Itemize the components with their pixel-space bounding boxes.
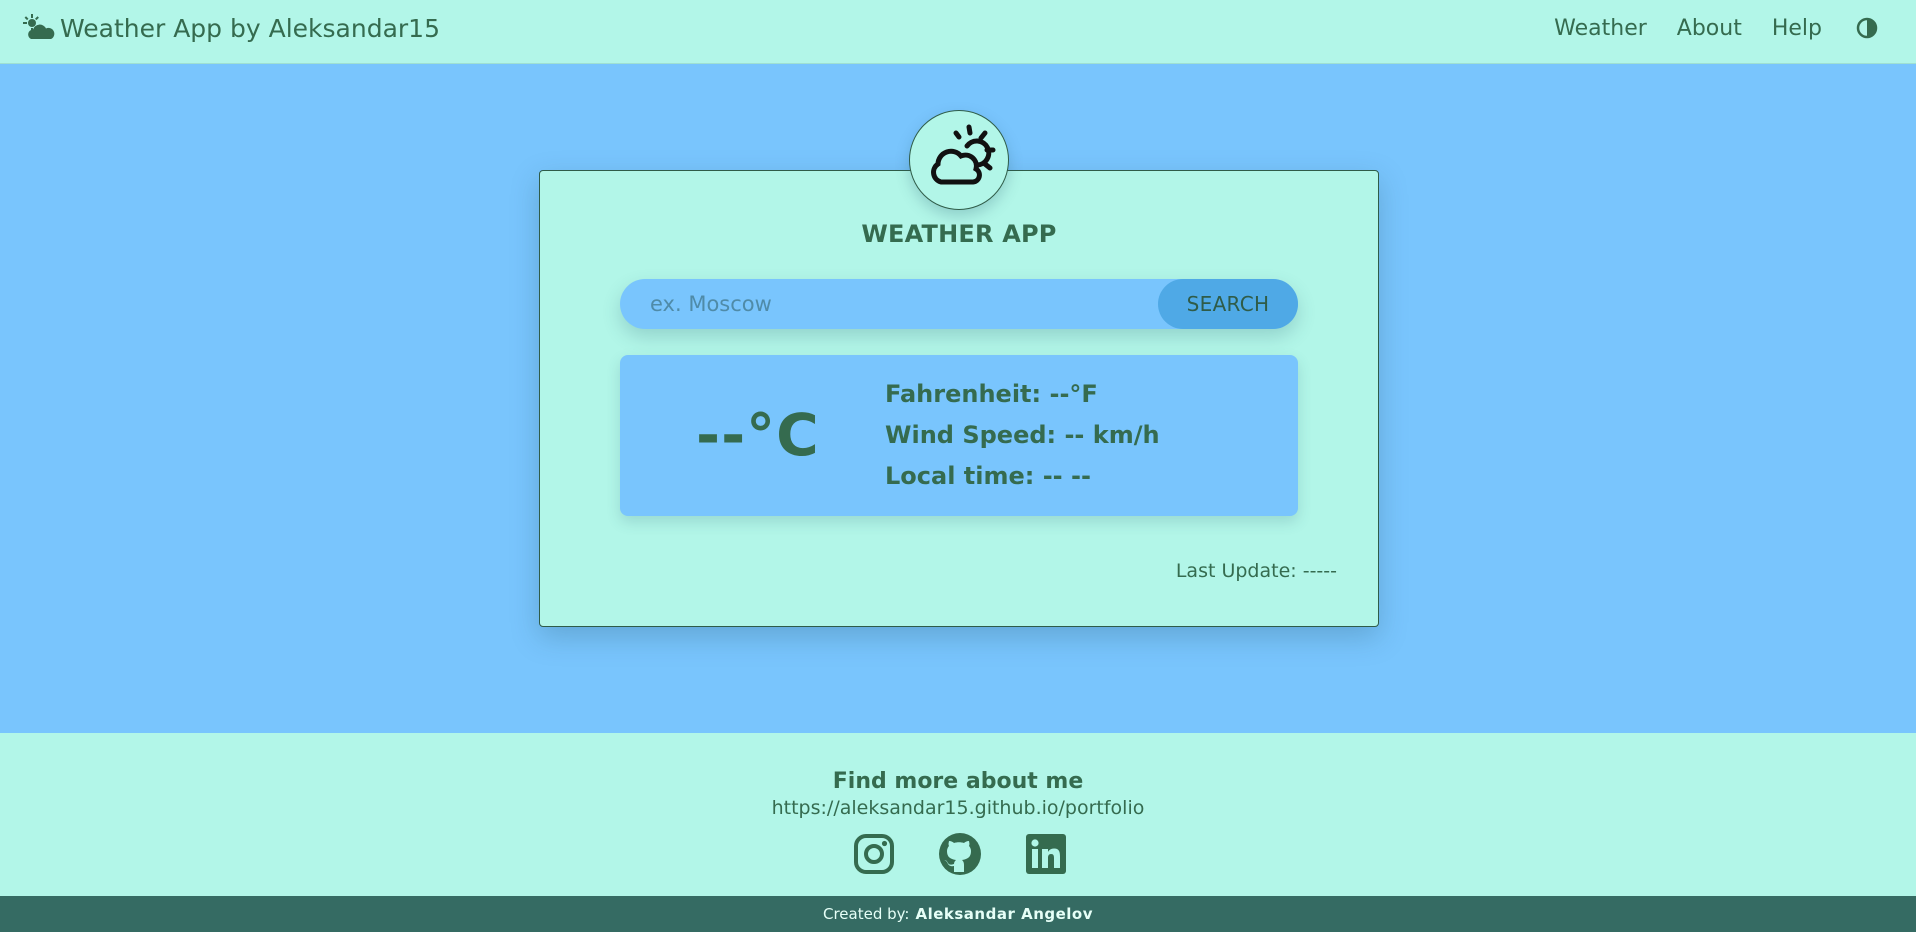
github-icon[interactable] — [938, 832, 982, 876]
weather-logo — [909, 110, 1009, 210]
nav-link-weather[interactable]: Weather — [1554, 16, 1647, 41]
wind-speed-value: Wind Speed: -- km/h — [885, 421, 1160, 449]
credit-bar: Created by: Aleksandar Angelov — [0, 896, 1916, 932]
half-circle-contrast-icon[interactable] — [1856, 17, 1878, 39]
sun-cloud-icon — [22, 13, 56, 43]
navbar: Weather App by Aleksandar15 Weather Abou… — [0, 0, 1916, 64]
city-search-input[interactable] — [620, 279, 1160, 329]
local-time-value: Local time: -- -- — [885, 462, 1091, 490]
footer-title: Find more about me — [832, 769, 1084, 794]
credit-author: Aleksandar Angelov — [915, 905, 1094, 923]
last-update: Last Update: ----- — [1175, 560, 1337, 582]
portfolio-link[interactable]: https://aleksandar15.github.io/portfolio — [0, 797, 1916, 819]
search-button[interactable]: SEARCH — [1158, 279, 1298, 329]
nav-links: Weather About Help — [1524, 12, 1878, 44]
linkedin-icon[interactable] — [1024, 832, 1068, 876]
nav-link-about[interactable]: About — [1677, 16, 1742, 41]
credit-prefix: Created by: — [822, 905, 910, 923]
instagram-icon[interactable] — [852, 832, 896, 876]
card-title: WEATHER APP — [861, 220, 1057, 248]
nav-link-help[interactable]: Help — [1772, 16, 1822, 41]
brand-link[interactable]: Weather App by Aleksandar15 — [22, 12, 440, 44]
brand-title: Weather App by Aleksandar15 — [60, 13, 440, 43]
temperature-celsius: --°C — [696, 401, 820, 469]
search-bar: SEARCH — [620, 279, 1298, 329]
social-links — [852, 832, 1068, 876]
sun-behind-cloud-icon — [919, 118, 999, 202]
fahrenheit-value: Fahrenheit: --°F — [885, 380, 1098, 408]
